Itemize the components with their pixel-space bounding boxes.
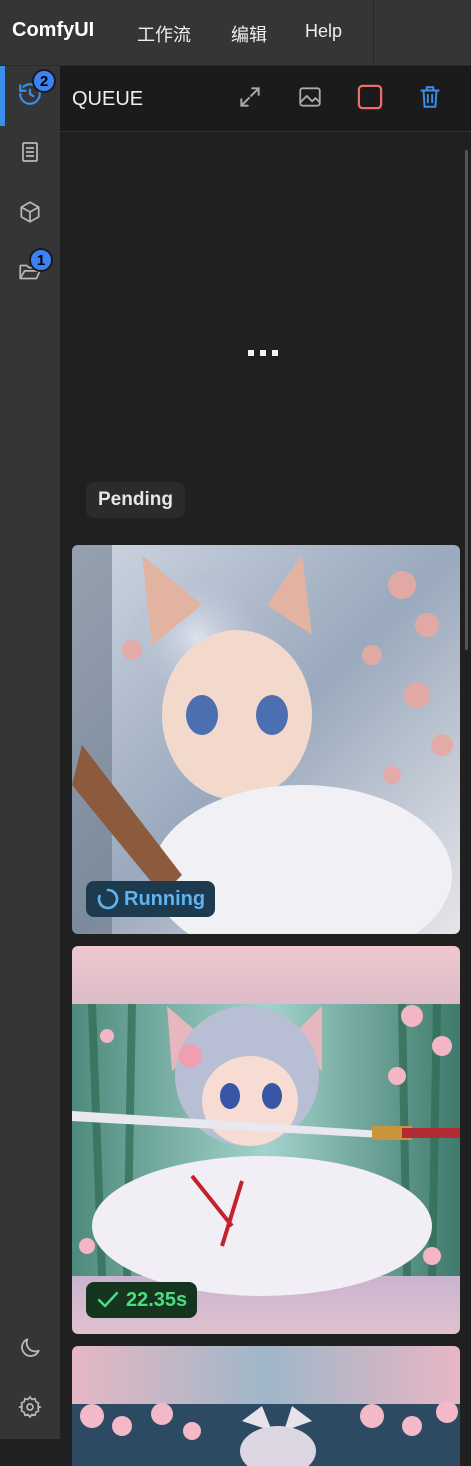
status-text: 22.35s — [126, 1288, 188, 1311]
clear-queue-button[interactable] — [414, 83, 446, 115]
app-logo[interactable]: ComfyUI — [12, 19, 94, 42]
status-chip-completed: 22.35s — [86, 1282, 198, 1318]
menubar-divider — [373, 0, 374, 66]
trash-icon — [417, 84, 443, 115]
queue-item-running[interactable]: Running — [72, 545, 460, 934]
workflow-count-badge: 1 — [29, 248, 53, 272]
menu-edit[interactable]: 编辑 — [231, 21, 267, 47]
expand-button[interactable] — [234, 83, 266, 115]
sidebar-item-workflows[interactable]: 1 — [0, 244, 60, 304]
queue-scrollbar[interactable] — [465, 150, 468, 650]
status-chip-running: Running — [86, 881, 216, 917]
check-icon — [96, 1288, 120, 1312]
status-text: Running — [124, 887, 206, 910]
pending-badge: Pending — [86, 482, 185, 518]
sidebar-item-queue[interactable]: 2 — [0, 66, 60, 126]
queue-item-completed[interactable]: 22.35s — [72, 946, 460, 1334]
preview-image — [72, 1346, 460, 1466]
stop-queue-button[interactable] — [354, 83, 386, 115]
menu-help[interactable]: Help — [305, 21, 342, 42]
book-icon — [18, 140, 42, 169]
menu-workflow[interactable]: 工作流 — [137, 21, 191, 47]
preview-image — [72, 545, 460, 934]
queue-count-badge: 2 — [32, 69, 56, 93]
image-icon — [297, 84, 323, 115]
preview-image — [72, 946, 460, 1334]
stop-icon — [356, 83, 384, 116]
settings-button[interactable] — [0, 1379, 60, 1439]
expand-icon — [237, 84, 263, 115]
sidebar-item-models[interactable] — [0, 184, 60, 244]
spinner-icon — [96, 887, 120, 911]
cube-icon — [17, 199, 43, 230]
loading-indicator — [248, 350, 278, 356]
top-menubar: ComfyUI 工作流 编辑 Help — [0, 0, 471, 66]
gear-icon — [18, 1395, 42, 1424]
sidebar: 2 1 — [0, 66, 60, 1439]
show-images-button[interactable] — [294, 83, 326, 115]
moon-icon — [17, 1335, 43, 1366]
queue-header: QUEUE — [60, 66, 471, 132]
queue-title: QUEUE — [72, 88, 144, 110]
theme-toggle-button[interactable] — [0, 1320, 60, 1380]
queue-item-completed[interactable] — [72, 1346, 460, 1466]
sidebar-item-library[interactable] — [0, 124, 60, 184]
